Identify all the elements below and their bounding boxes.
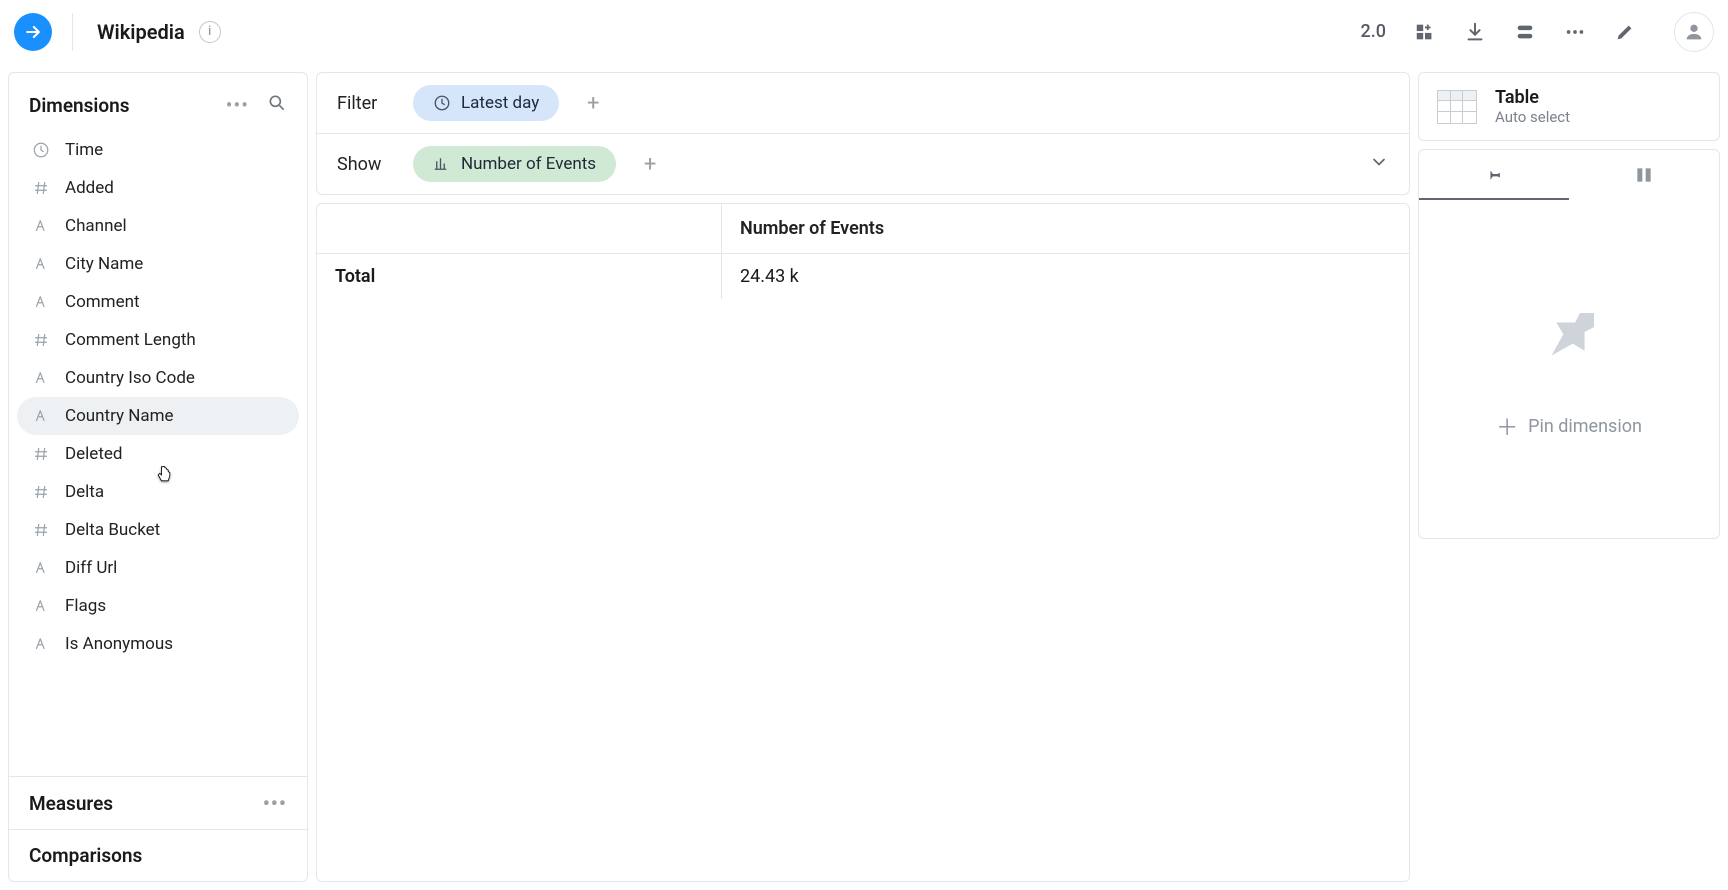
hash-icon (31, 178, 51, 198)
bar-chart-icon (433, 155, 451, 173)
divider (72, 13, 73, 51)
dimension-item[interactable]: Delta (17, 473, 299, 511)
dimension-item[interactable]: Diff Url (17, 549, 299, 587)
pin-dimension-button[interactable]: ＋ Pin dimension (1496, 410, 1642, 442)
hash-icon (31, 520, 51, 540)
show-pill-number-of-events[interactable]: Number of Events (413, 146, 616, 182)
person-icon (1683, 21, 1705, 43)
measures-more-icon[interactable]: ••• (263, 791, 287, 815)
clock-icon (433, 94, 451, 112)
dimension-item-label: Channel (65, 216, 127, 236)
dimension-item-label: Comment Length (65, 330, 196, 350)
total-row-label: Total (317, 254, 722, 299)
dimension-item-label: Is Anonymous (65, 634, 173, 654)
dimension-item-label: Added (65, 178, 114, 198)
version-label: 2.0 (1361, 21, 1386, 42)
text-icon (31, 558, 51, 578)
dimension-item[interactable]: City Name (17, 245, 299, 283)
add-panel-icon[interactable] (1414, 21, 1436, 43)
dimension-item-label: Delta (65, 482, 104, 502)
dimension-item[interactable]: Delta Bucket (17, 511, 299, 549)
dimension-item-label: Comment (65, 292, 140, 312)
dimension-item-label: Country Iso Code (65, 368, 195, 388)
measure-column-header[interactable]: Number of Events (722, 204, 1409, 253)
filter-label: Filter (337, 93, 393, 114)
show-row: Show Number of Events + (317, 133, 1409, 194)
user-avatar[interactable] (1674, 12, 1714, 52)
pinboard-panel: ＋ Pin dimension (1418, 149, 1720, 539)
dimensions-search-icon[interactable] (267, 93, 287, 117)
compare-icon (1634, 165, 1654, 185)
essence-icon[interactable] (1514, 21, 1536, 43)
edit-icon[interactable] (1614, 21, 1636, 43)
dimension-item-label: Country Name (65, 406, 174, 426)
dimension-item[interactable]: Country Name (17, 397, 299, 435)
filter-pill-label: Latest day (461, 93, 539, 113)
more-icon[interactable] (1564, 21, 1586, 43)
pin-dimension-label: Pin dimension (1528, 416, 1642, 437)
top-bar: Wikipedia i 2.0 (0, 0, 1728, 64)
pin-placeholder-icon (1511, 280, 1627, 396)
add-filter-button[interactable]: + (579, 89, 607, 117)
text-icon (31, 406, 51, 426)
dimension-item-label: Deleted (65, 444, 122, 464)
filter-row: Filter Latest day + (317, 73, 1409, 133)
text-icon (31, 292, 51, 312)
split-column-header[interactable] (317, 204, 722, 253)
total-row-value: 24.43 k (722, 254, 1409, 299)
dimension-item-label: Delta Bucket (65, 520, 160, 540)
dimensions-sidebar: Dimensions ••• Time Added Channel City Name… (8, 72, 308, 882)
text-icon (31, 596, 51, 616)
comparisons-label: Comparisons (29, 844, 142, 867)
dimensions-more-icon[interactable]: ••• (226, 93, 249, 117)
pin-icon (1484, 164, 1504, 184)
dimension-item[interactable]: Comment Length (17, 321, 299, 359)
dimension-item-label: Diff Url (65, 558, 117, 578)
dimension-item[interactable]: Country Iso Code (17, 359, 299, 397)
measures-label: Measures (29, 792, 113, 815)
info-icon[interactable]: i (199, 21, 221, 43)
dimension-item[interactable]: Is Anonymous (17, 625, 299, 663)
table-row: Total 24.43 k (317, 253, 1409, 299)
text-icon (31, 368, 51, 388)
expand-show-icon[interactable] (1369, 152, 1389, 176)
dimension-item-label: Flags (65, 596, 106, 616)
dimension-item-label: Time (65, 140, 103, 160)
hash-icon (31, 330, 51, 350)
plus-icon: ＋ (1496, 410, 1518, 442)
visualization-title: Table (1495, 87, 1570, 108)
show-pill-label: Number of Events (461, 154, 596, 174)
add-measure-button[interactable]: + (636, 150, 664, 178)
dimension-item[interactable]: Added (17, 169, 299, 207)
text-icon (31, 634, 51, 654)
comparisons-header[interactable]: Comparisons (9, 829, 307, 881)
hash-icon (31, 482, 51, 502)
hash-icon (31, 444, 51, 464)
measures-header[interactable]: Measures ••• (9, 776, 307, 829)
dimension-item[interactable]: Flags (17, 587, 299, 625)
datasource-title: Wikipedia (97, 20, 185, 44)
visualization-selector[interactable]: Table Auto select (1418, 72, 1720, 141)
text-icon (31, 216, 51, 236)
app-logo[interactable] (14, 13, 52, 51)
arrow-right-icon (23, 22, 43, 42)
download-icon[interactable] (1464, 21, 1486, 43)
show-label: Show (337, 154, 393, 175)
table-icon (1437, 90, 1477, 124)
pinboard-tab-compare[interactable] (1569, 150, 1719, 200)
query-bar: Filter Latest day + Show Number of Event… (316, 72, 1410, 195)
dimension-item[interactable]: Channel (17, 207, 299, 245)
result-table: Number of Events Total 24.43 k (316, 203, 1410, 882)
dimensions-header: Dimensions (29, 94, 226, 117)
text-icon (31, 254, 51, 274)
dimension-item[interactable]: Time (17, 131, 299, 169)
dimension-item[interactable]: Comment (17, 283, 299, 321)
pinboard-tab-pinned[interactable] (1419, 150, 1569, 200)
dimension-item-label: City Name (65, 254, 143, 274)
clock-icon (31, 140, 51, 160)
filter-pill-latest-day[interactable]: Latest day (413, 85, 559, 121)
dimension-item[interactable]: Deleted (17, 435, 299, 473)
visualization-subtitle: Auto select (1495, 108, 1570, 126)
